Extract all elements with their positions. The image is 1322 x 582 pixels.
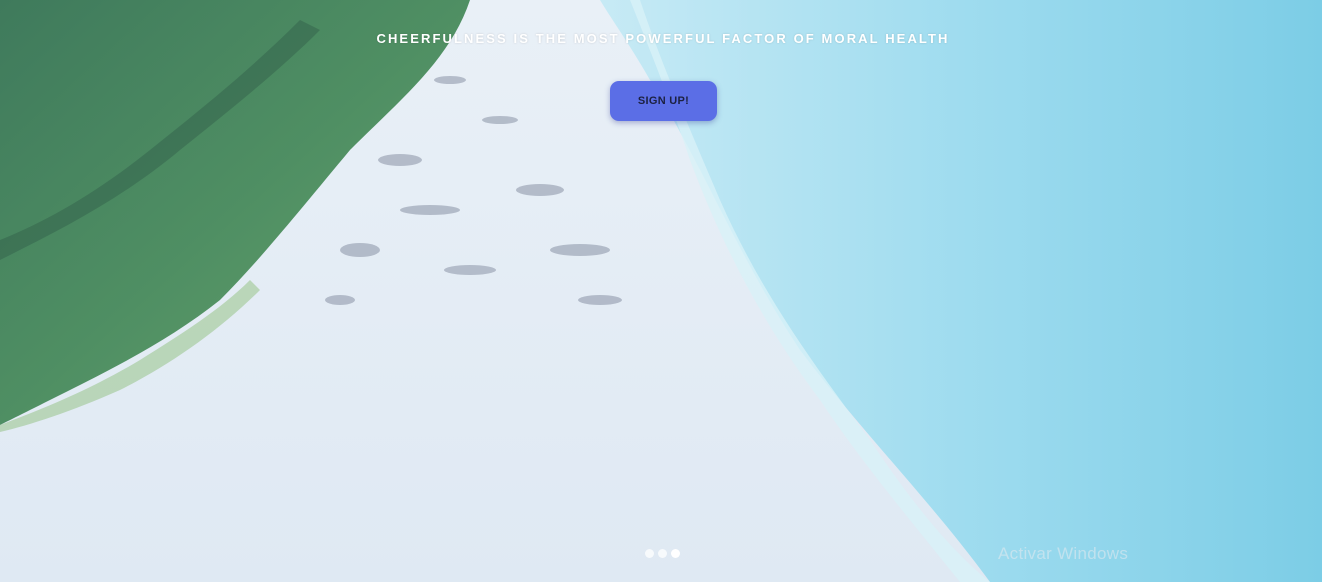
- hero-tagline: CHEERFULNESS IS THE MOST POWERFUL FACTOR…: [376, 31, 950, 46]
- carousel-dot-3[interactable]: [671, 549, 680, 558]
- carousel-dot-2[interactable]: [658, 549, 667, 558]
- hero-section: CHEERFULNESS IS THE MOST POWERFUL FACTOR…: [0, 0, 1322, 582]
- windows-activation-watermark: Activar Windows: [998, 544, 1129, 563]
- carousel-indicators: [645, 549, 680, 558]
- sign-up-button[interactable]: SIGN UP!: [610, 81, 717, 121]
- carousel-dot-1[interactable]: [645, 549, 654, 558]
